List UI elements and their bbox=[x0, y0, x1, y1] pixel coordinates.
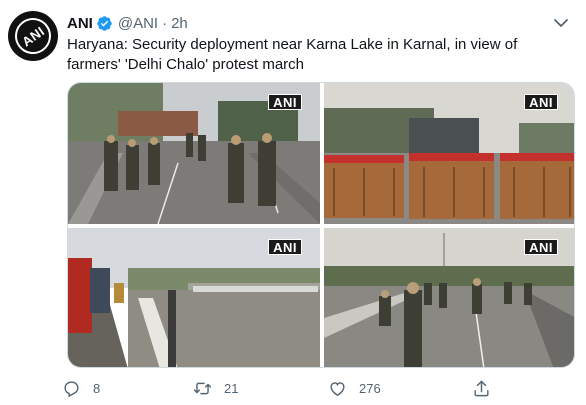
photo-trucks-bridge[interactable]: ANI bbox=[68, 228, 320, 367]
reply-button[interactable]: 8 bbox=[62, 374, 100, 402]
media-grid: ANI ANI ANI ANI bbox=[67, 82, 575, 368]
retweet-button[interactable]: 21 bbox=[193, 374, 238, 402]
retweet-count: 21 bbox=[224, 380, 239, 396]
display-name[interactable]: ANI bbox=[67, 15, 93, 32]
user-handle[interactable]: @ANI bbox=[118, 15, 158, 32]
avatar-logo-text: ANI bbox=[18, 23, 48, 49]
photo-barricades[interactable]: ANI bbox=[324, 83, 574, 224]
reply-icon bbox=[64, 380, 79, 397]
ani-watermark: ANI bbox=[524, 239, 558, 255]
reply-count: 8 bbox=[93, 380, 101, 396]
verified-badge-icon bbox=[97, 15, 112, 31]
tweet-actions: 8 21 276 bbox=[62, 374, 502, 402]
ani-watermark: ANI bbox=[268, 94, 302, 110]
ani-logo-icon: ANI bbox=[8, 11, 58, 61]
timestamp[interactable]: 2h bbox=[171, 15, 188, 32]
tweet-header: ANI @ANI · 2h bbox=[67, 13, 188, 33]
ani-watermark: ANI bbox=[268, 239, 302, 255]
tweet-card[interactable]: ANI ANI @ANI · 2h Haryana: Security depl… bbox=[0, 0, 586, 405]
share-button[interactable] bbox=[472, 374, 491, 402]
like-button[interactable]: 276 bbox=[328, 374, 381, 402]
photo-police-highway[interactable]: ANI bbox=[324, 228, 574, 367]
retweet-icon bbox=[193, 382, 212, 394]
separator-dot: · bbox=[162, 14, 168, 32]
chevron-down-icon[interactable] bbox=[548, 10, 574, 36]
tweet-text: Haryana: Security deployment near Karna … bbox=[67, 36, 518, 73]
heart-icon bbox=[330, 381, 345, 396]
like-count: 276 bbox=[359, 380, 381, 396]
share-icon bbox=[474, 380, 489, 396]
photo-police-on-road[interactable]: ANI bbox=[68, 83, 320, 224]
avatar[interactable]: ANI bbox=[8, 11, 58, 61]
ani-watermark: ANI bbox=[524, 94, 558, 110]
